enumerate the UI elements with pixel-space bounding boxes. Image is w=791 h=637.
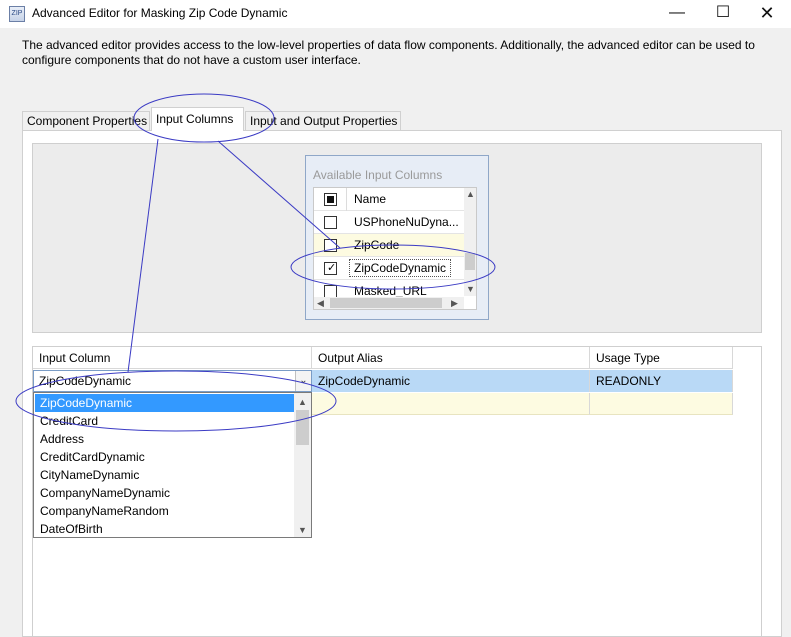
input-column-header[interactable]: Input Column xyxy=(33,347,312,369)
dropdown-option[interactable]: CompanyNameDynamic xyxy=(35,484,295,502)
maximize-button[interactable]: ☐ xyxy=(703,0,743,26)
scrollbar-thumb[interactable] xyxy=(296,410,309,445)
usage-type-cell[interactable]: READONLY xyxy=(590,370,733,392)
dropdown-option[interactable]: Address xyxy=(35,430,295,448)
minimize-button[interactable]: — xyxy=(657,0,697,26)
list-item-label: Masked_URL xyxy=(354,284,427,298)
dropdown-option[interactable]: ZipCodeDynamic xyxy=(35,394,295,412)
output-alias-header[interactable]: Output Alias xyxy=(312,347,590,369)
scrollbar-thumb[interactable] xyxy=(465,253,475,270)
dropdown-option[interactable]: CityNameDynamic xyxy=(35,466,295,484)
input-column-dropdown[interactable]: ZipCodeDynamic CreditCard Address Credit… xyxy=(33,392,312,538)
list-item[interactable]: ZipCode xyxy=(314,234,464,257)
vertical-scrollbar[interactable] xyxy=(464,188,476,296)
checkmark-icon: ✓ xyxy=(327,262,337,274)
dropdown-option[interactable]: DateOfBirth xyxy=(35,520,295,537)
list-item[interactable]: ✓ ZipCodeDynamic xyxy=(314,257,464,280)
close-button[interactable]: ✕ xyxy=(747,0,787,26)
available-columns-list: Name USPhoneNuDyna... ZipCode ✓ ZipCodeD… xyxy=(313,187,477,310)
dropdown-option[interactable]: CreditCard xyxy=(35,412,295,430)
output-alias-cell[interactable]: ZipCodeDynamic xyxy=(312,370,590,392)
scroll-down-icon[interactable]: ▼ xyxy=(298,525,307,535)
combobox-value: ZipCodeDynamic xyxy=(39,374,132,388)
input-column-combobox[interactable]: ZipCodeDynamic ⌄ xyxy=(33,370,312,392)
dropdown-option[interactable]: CreditCardDynamic xyxy=(35,448,295,466)
tab-input-output-properties[interactable]: Input and Output Properties xyxy=(245,111,401,131)
list-item[interactable]: USPhoneNuDyna... xyxy=(314,211,464,234)
list-item-label: ZipCodeDynamic xyxy=(349,259,452,277)
ssis-icon: ZIP xyxy=(9,6,25,22)
window-title: Advanced Editor for Masking Zip Code Dyn… xyxy=(32,6,288,20)
list-header: Name xyxy=(314,188,464,211)
column-checkbox[interactable]: ✓ xyxy=(324,262,337,275)
dropdown-option[interactable]: CompanyNameRandom xyxy=(35,502,295,520)
select-all-checkbox[interactable] xyxy=(324,193,337,206)
chevron-down-icon[interactable]: ⌄ xyxy=(295,371,311,391)
new-row-alias-cell[interactable] xyxy=(312,393,590,415)
column-checkbox[interactable] xyxy=(324,239,337,252)
list-item-label: USPhoneNuDyna... xyxy=(354,215,459,229)
name-column-header: Name xyxy=(354,192,387,206)
tab-input-columns[interactable]: Input Columns xyxy=(151,107,244,131)
scroll-right-icon[interactable]: ▶ xyxy=(451,298,458,308)
usage-type-header[interactable]: Usage Type xyxy=(590,347,733,369)
available-columns-title: Available Input Columns xyxy=(313,168,443,182)
tab-component-properties[interactable]: Component Properties xyxy=(22,111,150,131)
column-checkbox[interactable] xyxy=(324,216,337,229)
scroll-left-icon[interactable]: ◀ xyxy=(317,298,324,308)
scroll-down-icon[interactable]: ▼ xyxy=(466,284,475,294)
new-row-usage-cell[interactable] xyxy=(590,393,733,415)
scroll-up-icon[interactable]: ▲ xyxy=(298,397,307,407)
description-text: The advanced editor provides access to t… xyxy=(22,38,755,67)
list-item-label: ZipCode xyxy=(354,238,400,252)
scroll-up-icon[interactable]: ▲ xyxy=(466,189,475,199)
scrollbar-thumb[interactable] xyxy=(330,298,442,308)
